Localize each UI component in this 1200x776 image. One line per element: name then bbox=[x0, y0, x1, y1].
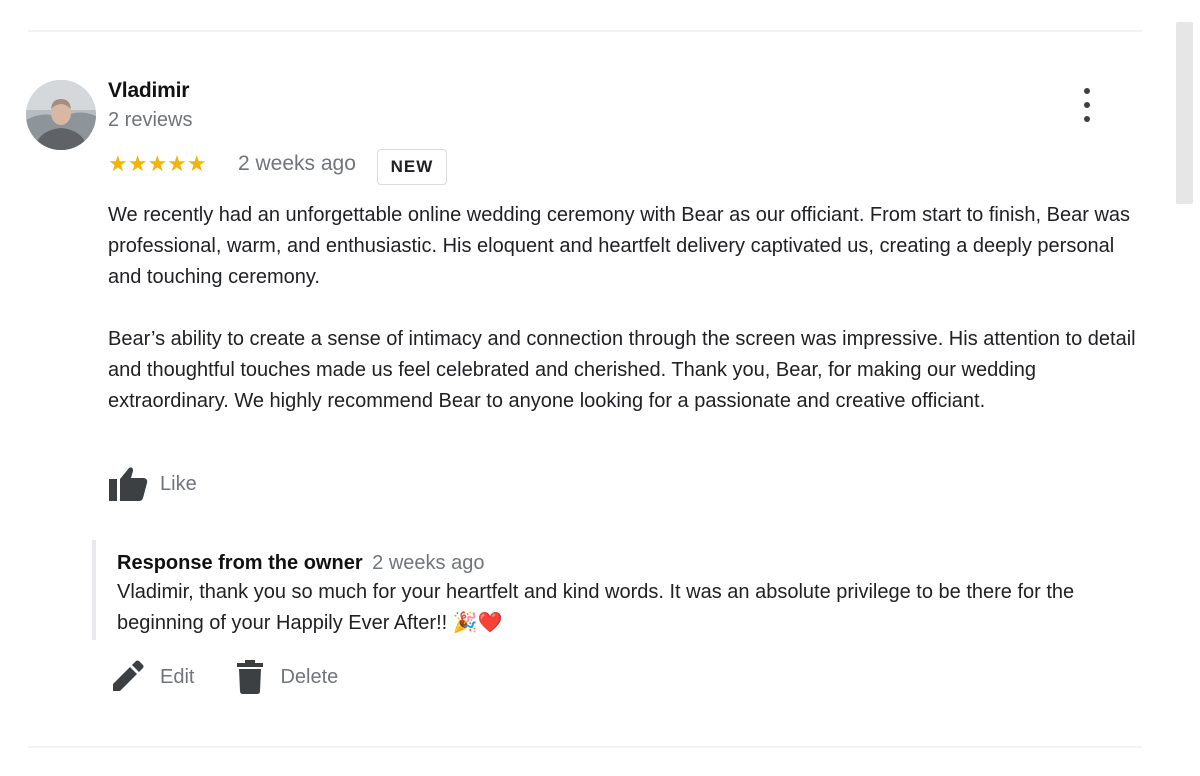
edit-button[interactable]: Edit bbox=[110, 660, 194, 694]
bottom-divider bbox=[28, 746, 1142, 748]
response-time: 2 weeks ago bbox=[372, 552, 485, 574]
review-paragraph: Bear’s ability to create a sense of inti… bbox=[108, 328, 1136, 412]
thumb-up-icon bbox=[109, 467, 148, 501]
review-count: 2 reviews bbox=[108, 109, 193, 131]
review-paragraph: We recently had an unforgettable online … bbox=[108, 204, 1131, 288]
edit-label: Edit bbox=[160, 665, 195, 688]
delete-button[interactable]: Delete bbox=[236, 660, 338, 694]
trash-icon bbox=[237, 660, 264, 694]
more-vert-icon bbox=[1084, 88, 1090, 94]
pencil-icon bbox=[113, 660, 144, 691]
avatar[interactable] bbox=[26, 80, 96, 150]
delete-label: Delete bbox=[280, 665, 339, 688]
star-rating: ★★★★★ bbox=[108, 151, 207, 176]
owner-response: Response from the owner 2 weeks ago Vlad… bbox=[92, 540, 1132, 640]
response-actions: Edit Delete bbox=[110, 660, 338, 694]
review-text: We recently had an unforgettable online … bbox=[108, 200, 1138, 417]
like-label: Like bbox=[160, 472, 197, 495]
review-time: 2 weeks ago bbox=[238, 152, 356, 175]
new-badge: NEW bbox=[377, 149, 447, 185]
scrollbar-thumb[interactable] bbox=[1176, 22, 1193, 204]
top-divider bbox=[28, 30, 1142, 32]
reviewer-name[interactable]: Vladimir bbox=[108, 79, 189, 103]
more-options-button[interactable] bbox=[1076, 88, 1098, 122]
like-button[interactable]: Like bbox=[108, 466, 197, 502]
response-text: Vladimir, thank you so much for your hea… bbox=[117, 581, 1075, 634]
response-title: Response from the owner bbox=[117, 552, 363, 574]
